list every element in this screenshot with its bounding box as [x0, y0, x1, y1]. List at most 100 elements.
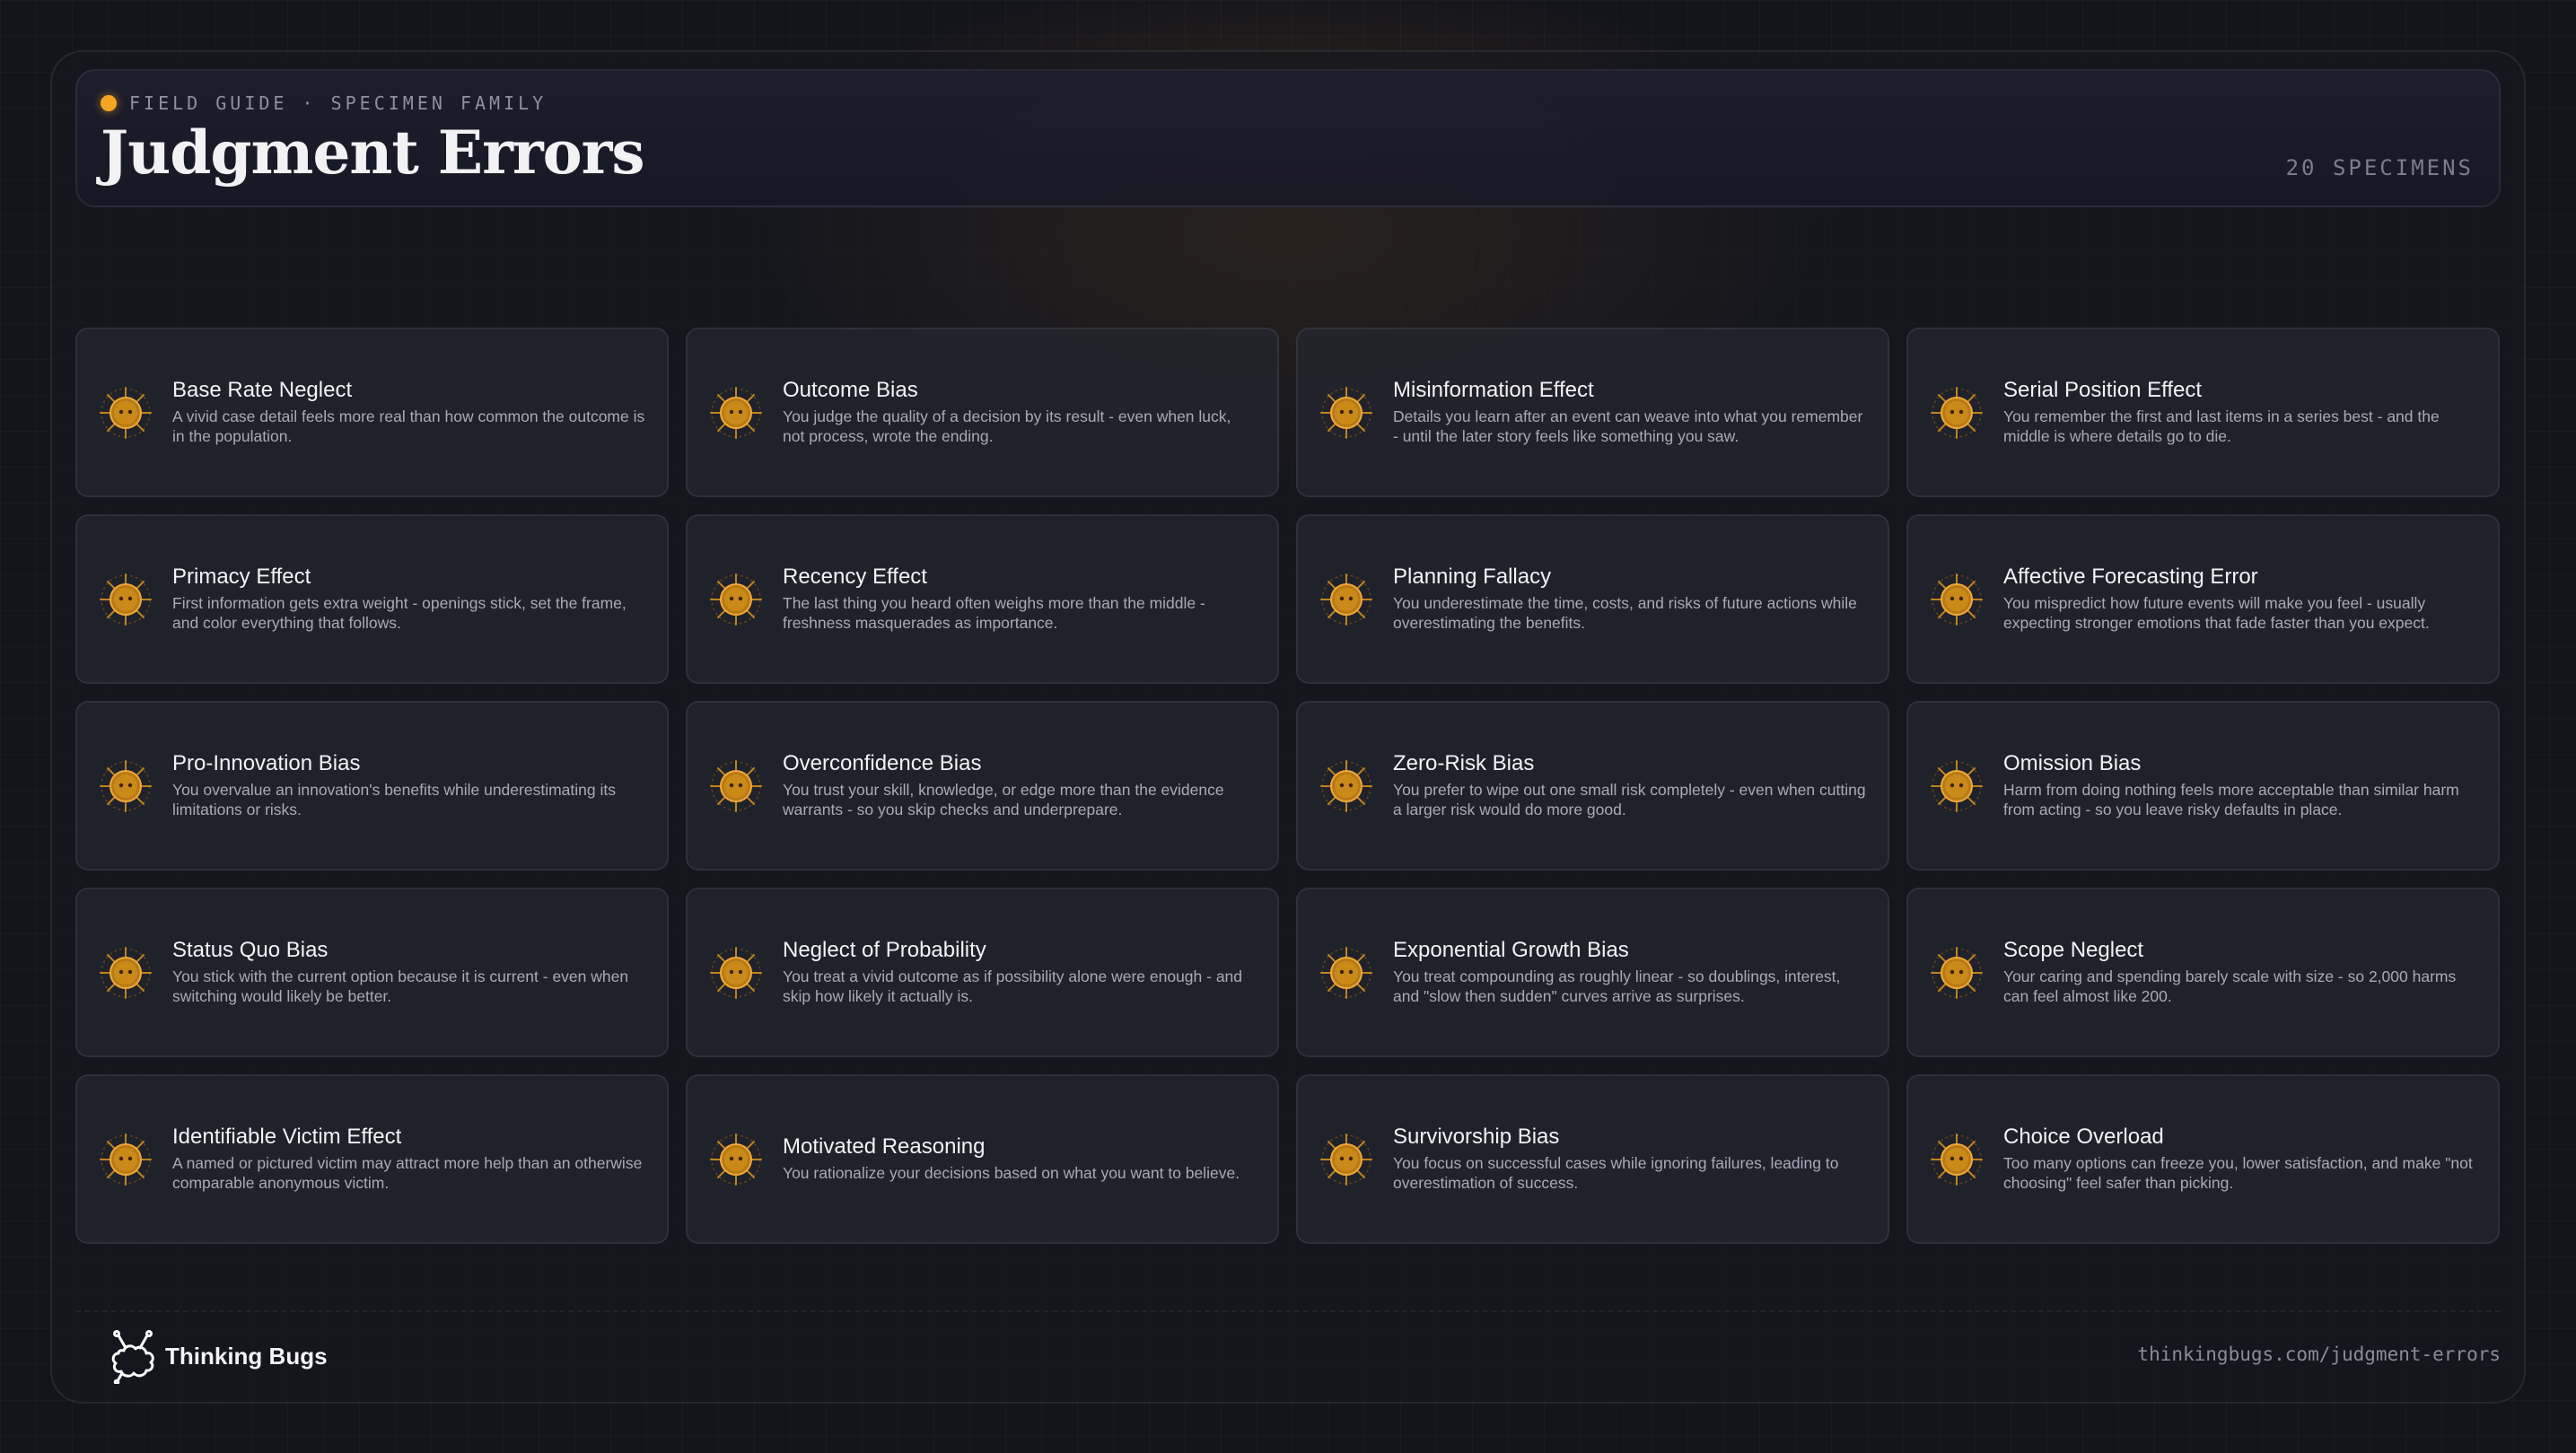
card-title: Misinformation Effect	[1393, 378, 1594, 403]
card-text: Choice Overload Too many options can fre…	[2003, 1125, 2476, 1193]
specimen-card[interactable]: Base Rate Neglect A vivid case detail fe…	[75, 328, 669, 497]
bug-specimen-icon	[710, 946, 762, 999]
card-title: Neglect of Probability	[783, 938, 986, 963]
card-text: Zero-Risk Bias You prefer to wipe out on…	[1393, 751, 1866, 819]
card-description: You prefer to wipe out one small risk co…	[1393, 780, 1866, 818]
thinking-bugs-logo-icon	[111, 1330, 154, 1384]
specimen-card[interactable]: Serial Position Effect You remember the …	[1906, 328, 2500, 497]
card-text: Outcome Bias You judge the quality of a …	[783, 378, 1256, 446]
card-text: Primacy Effect First information gets ex…	[172, 565, 645, 633]
card-text: Identifiable Victim Effect A named or pi…	[172, 1125, 645, 1193]
card-description: You overvalue an innovation's benefits w…	[172, 780, 616, 818]
bug-specimen-icon	[1320, 946, 1372, 999]
card-text: Affective Forecasting Error You mispredi…	[2003, 565, 2476, 633]
card-title: Pro-Innovation Bias	[172, 751, 361, 776]
card-text: Omission Bias Harm from doing nothing fe…	[2003, 751, 2476, 819]
eyebrow: FIELD GUIDE · SPECIMEN FAMILY	[101, 92, 547, 114]
specimen-card[interactable]: Overconfidence Bias You trust your skill…	[686, 701, 1279, 871]
specimen-card[interactable]: Scope Neglect Your caring and spending b…	[1906, 888, 2500, 1057]
specimen-card[interactable]: Planning Fallacy You underestimate the t…	[1296, 514, 1889, 684]
bug-specimen-icon	[1320, 573, 1372, 626]
card-title: Serial Position Effect	[2003, 378, 2203, 403]
specimen-card[interactable]: Affective Forecasting Error You mispredi…	[1906, 514, 2500, 684]
specimen-card[interactable]: Primacy Effect First information gets ex…	[75, 514, 669, 684]
bug-specimen-icon	[1320, 1133, 1372, 1186]
card-description: Too many options can freeze you, lower s…	[2003, 1153, 2473, 1192]
specimen-grid: Base Rate Neglect A vivid case detail fe…	[75, 328, 2501, 1244]
card-text: Recency Effect The last thing you heard …	[783, 565, 1256, 633]
bug-specimen-icon	[1931, 1133, 1983, 1186]
card-description: You focus on successful cases while igno…	[1393, 1153, 1839, 1192]
bug-specimen-icon	[100, 573, 152, 626]
specimen-card[interactable]: Status Quo Bias You stick with the curre…	[75, 888, 669, 1057]
card-title: Omission Bias	[2003, 751, 2142, 776]
specimen-card[interactable]: Exponential Growth Bias You treat compou…	[1296, 888, 1889, 1057]
card-title: Exponential Growth Bias	[1393, 938, 1629, 963]
card-description: You treat compounding as roughly linear …	[1393, 967, 1841, 1005]
card-description: You remember the first and last items in…	[2003, 407, 2440, 445]
card-text: Planning Fallacy You underestimate the t…	[1393, 565, 1866, 633]
card-description: You trust your skill, knowledge, or edge…	[783, 780, 1224, 818]
card-text: Survivorship Bias You focus on successfu…	[1393, 1125, 1866, 1193]
eyebrow-label: FIELD GUIDE · SPECIMEN FAMILY	[129, 92, 548, 114]
card-description: A named or pictured victim may attract m…	[172, 1153, 643, 1192]
bug-specimen-icon	[1931, 946, 1983, 999]
card-title: Motivated Reasoning	[783, 1134, 986, 1160]
card-description: You mispredict how future events will ma…	[2003, 593, 2430, 632]
page-title: Judgment Errors	[101, 118, 645, 188]
status-dot-icon	[101, 95, 117, 111]
card-title: Recency Effect	[783, 565, 927, 590]
bug-specimen-icon	[100, 759, 152, 812]
specimen-count: 20 SPECIMENS	[2285, 155, 2474, 180]
specimen-card[interactable]: Identifiable Victim Effect A named or pi…	[75, 1074, 669, 1244]
card-description: First information gets extra weight - op…	[172, 593, 626, 632]
card-title: Zero-Risk Bias	[1393, 751, 1535, 776]
page-header: FIELD GUIDE · SPECIMEN FAMILY Judgment E…	[75, 69, 2501, 207]
bug-specimen-icon	[1931, 386, 1983, 439]
card-text: Exponential Growth Bias You treat compou…	[1393, 938, 1866, 1006]
card-description: A vivid case detail feels more real than…	[172, 407, 645, 445]
card-description: Harm from doing nothing feels more accep…	[2003, 780, 2459, 818]
bug-specimen-icon	[1931, 759, 1983, 812]
card-text: Status Quo Bias You stick with the curre…	[172, 938, 645, 1006]
specimen-card[interactable]: Survivorship Bias You focus on successfu…	[1296, 1074, 1889, 1244]
card-title: Overconfidence Bias	[783, 751, 982, 776]
specimen-card[interactable]: Zero-Risk Bias You prefer to wipe out on…	[1296, 701, 1889, 871]
specimen-card[interactable]: Motivated Reasoning You rationalize your…	[686, 1074, 1279, 1244]
specimen-card[interactable]: Misinformation Effect Details you learn …	[1296, 328, 1889, 497]
card-title: Survivorship Bias	[1393, 1125, 1560, 1150]
specimen-card[interactable]: Outcome Bias You judge the quality of a …	[686, 328, 1279, 497]
specimen-card[interactable]: Pro-Innovation Bias You overvalue an inn…	[75, 701, 669, 871]
footer-divider	[75, 1310, 2501, 1312]
card-text: Scope Neglect Your caring and spending b…	[2003, 938, 2476, 1006]
card-title: Planning Fallacy	[1393, 565, 1552, 590]
footer-url-link[interactable]: thinkingbugs.com/judgment-errors	[2137, 1344, 2501, 1365]
card-description: The last thing you heard often weighs mo…	[783, 593, 1205, 632]
card-text: Serial Position Effect You remember the …	[2003, 378, 2476, 446]
bug-specimen-icon	[710, 386, 762, 439]
specimen-card[interactable]: Choice Overload Too many options can fre…	[1906, 1074, 2500, 1244]
bug-specimen-icon	[710, 759, 762, 812]
bug-specimen-icon	[100, 386, 152, 439]
card-description: You rationalize your decisions based on …	[783, 1163, 1240, 1182]
card-text: Neglect of Probability You treat a vivid…	[783, 938, 1256, 1006]
card-description: Details you learn after an event can wea…	[1393, 407, 1863, 445]
card-title: Scope Neglect	[2003, 938, 2144, 963]
bug-specimen-icon	[710, 573, 762, 626]
card-title: Base Rate Neglect	[172, 378, 353, 403]
card-title: Status Quo Bias	[172, 938, 329, 963]
card-title: Primacy Effect	[172, 565, 311, 590]
card-description: You treat a vivid outcome as if possibil…	[783, 967, 1243, 1005]
specimen-card[interactable]: Recency Effect The last thing you heard …	[686, 514, 1279, 684]
bug-specimen-icon	[1931, 573, 1983, 626]
brand[interactable]: Thinking Bugs	[106, 1328, 328, 1384]
card-description: You stick with the current option becaus…	[172, 967, 629, 1005]
card-title: Affective Forecasting Error	[2003, 565, 2258, 590]
card-text: Overconfidence Bias You trust your skill…	[783, 751, 1256, 819]
specimen-card[interactable]: Neglect of Probability You treat a vivid…	[686, 888, 1279, 1057]
card-text: Base Rate Neglect A vivid case detail fe…	[172, 378, 645, 446]
specimen-card[interactable]: Omission Bias Harm from doing nothing fe…	[1906, 701, 2500, 871]
card-description: You judge the quality of a decision by i…	[783, 407, 1231, 445]
brand-name: Thinking Bugs	[165, 1342, 328, 1370]
bug-specimen-icon	[710, 1133, 762, 1186]
